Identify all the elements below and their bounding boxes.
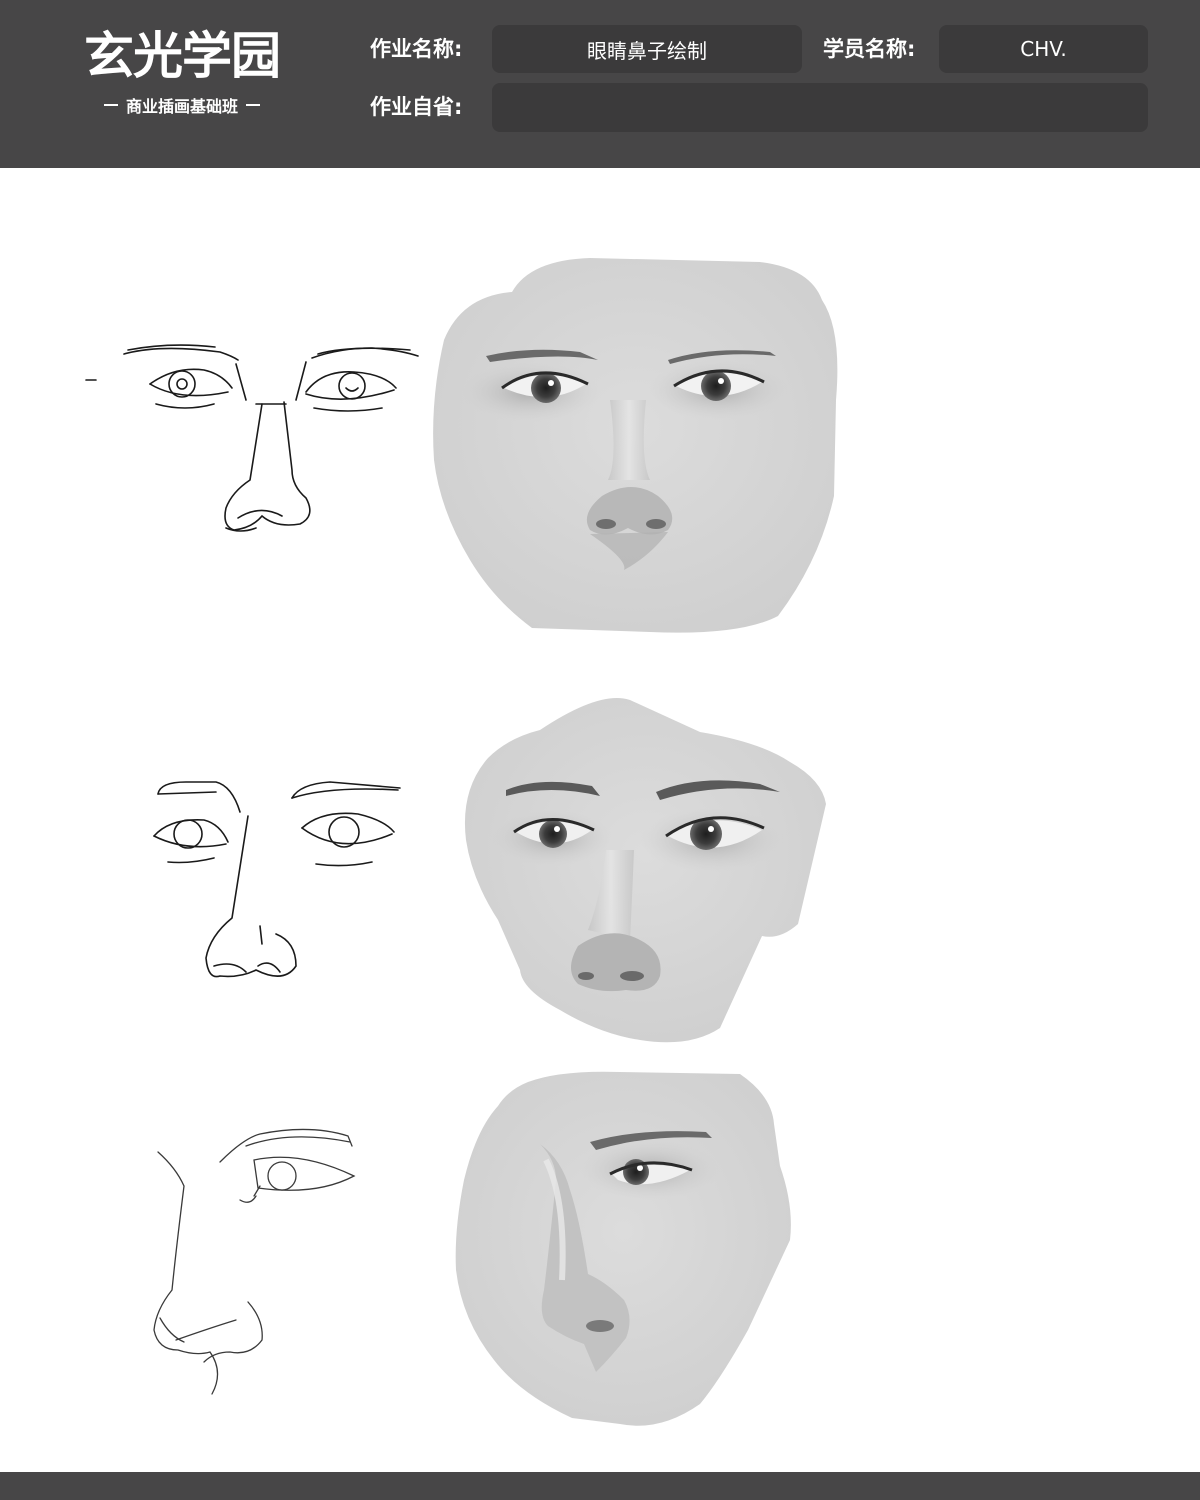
painted-eyes-nose-front	[433, 258, 838, 633]
course-subtitle-text: 商业插画基础班	[125, 97, 238, 116]
footer-bar	[0, 1472, 1200, 1500]
assignment-name-label: 作业名称:	[370, 37, 463, 61]
student-name-field[interactable]: CHV.	[939, 25, 1148, 73]
assignment-name-field[interactable]: 眼睛鼻子绘制	[492, 25, 802, 73]
course-subtitle: 商业插画基础班	[76, 92, 288, 118]
line-sketch-eye-nose-profile	[153, 1128, 356, 1395]
self-review-field[interactable]	[492, 83, 1148, 132]
assignment-header: 玄光学园 商业插画基础班 作业名称: 眼睛鼻子绘制 学员名称: CHV. 作业自…	[0, 0, 1200, 168]
line-sketch-eyes-nose-three-quarter	[153, 781, 401, 978]
school-logo-title: 玄光学园	[84, 26, 281, 85]
line-sketch-eyes-nose-front	[85, 344, 419, 532]
dash-left	[103, 104, 118, 106]
dash-right	[246, 104, 260, 106]
self-review-label: 作业自省:	[370, 95, 463, 119]
painted-eyes-nose-three-quarter	[464, 698, 826, 1043]
student-name-label: 学员名称:	[823, 37, 916, 61]
artwork-canvas	[85, 258, 838, 1426]
painted-eye-nose-profile	[455, 1071, 791, 1426]
